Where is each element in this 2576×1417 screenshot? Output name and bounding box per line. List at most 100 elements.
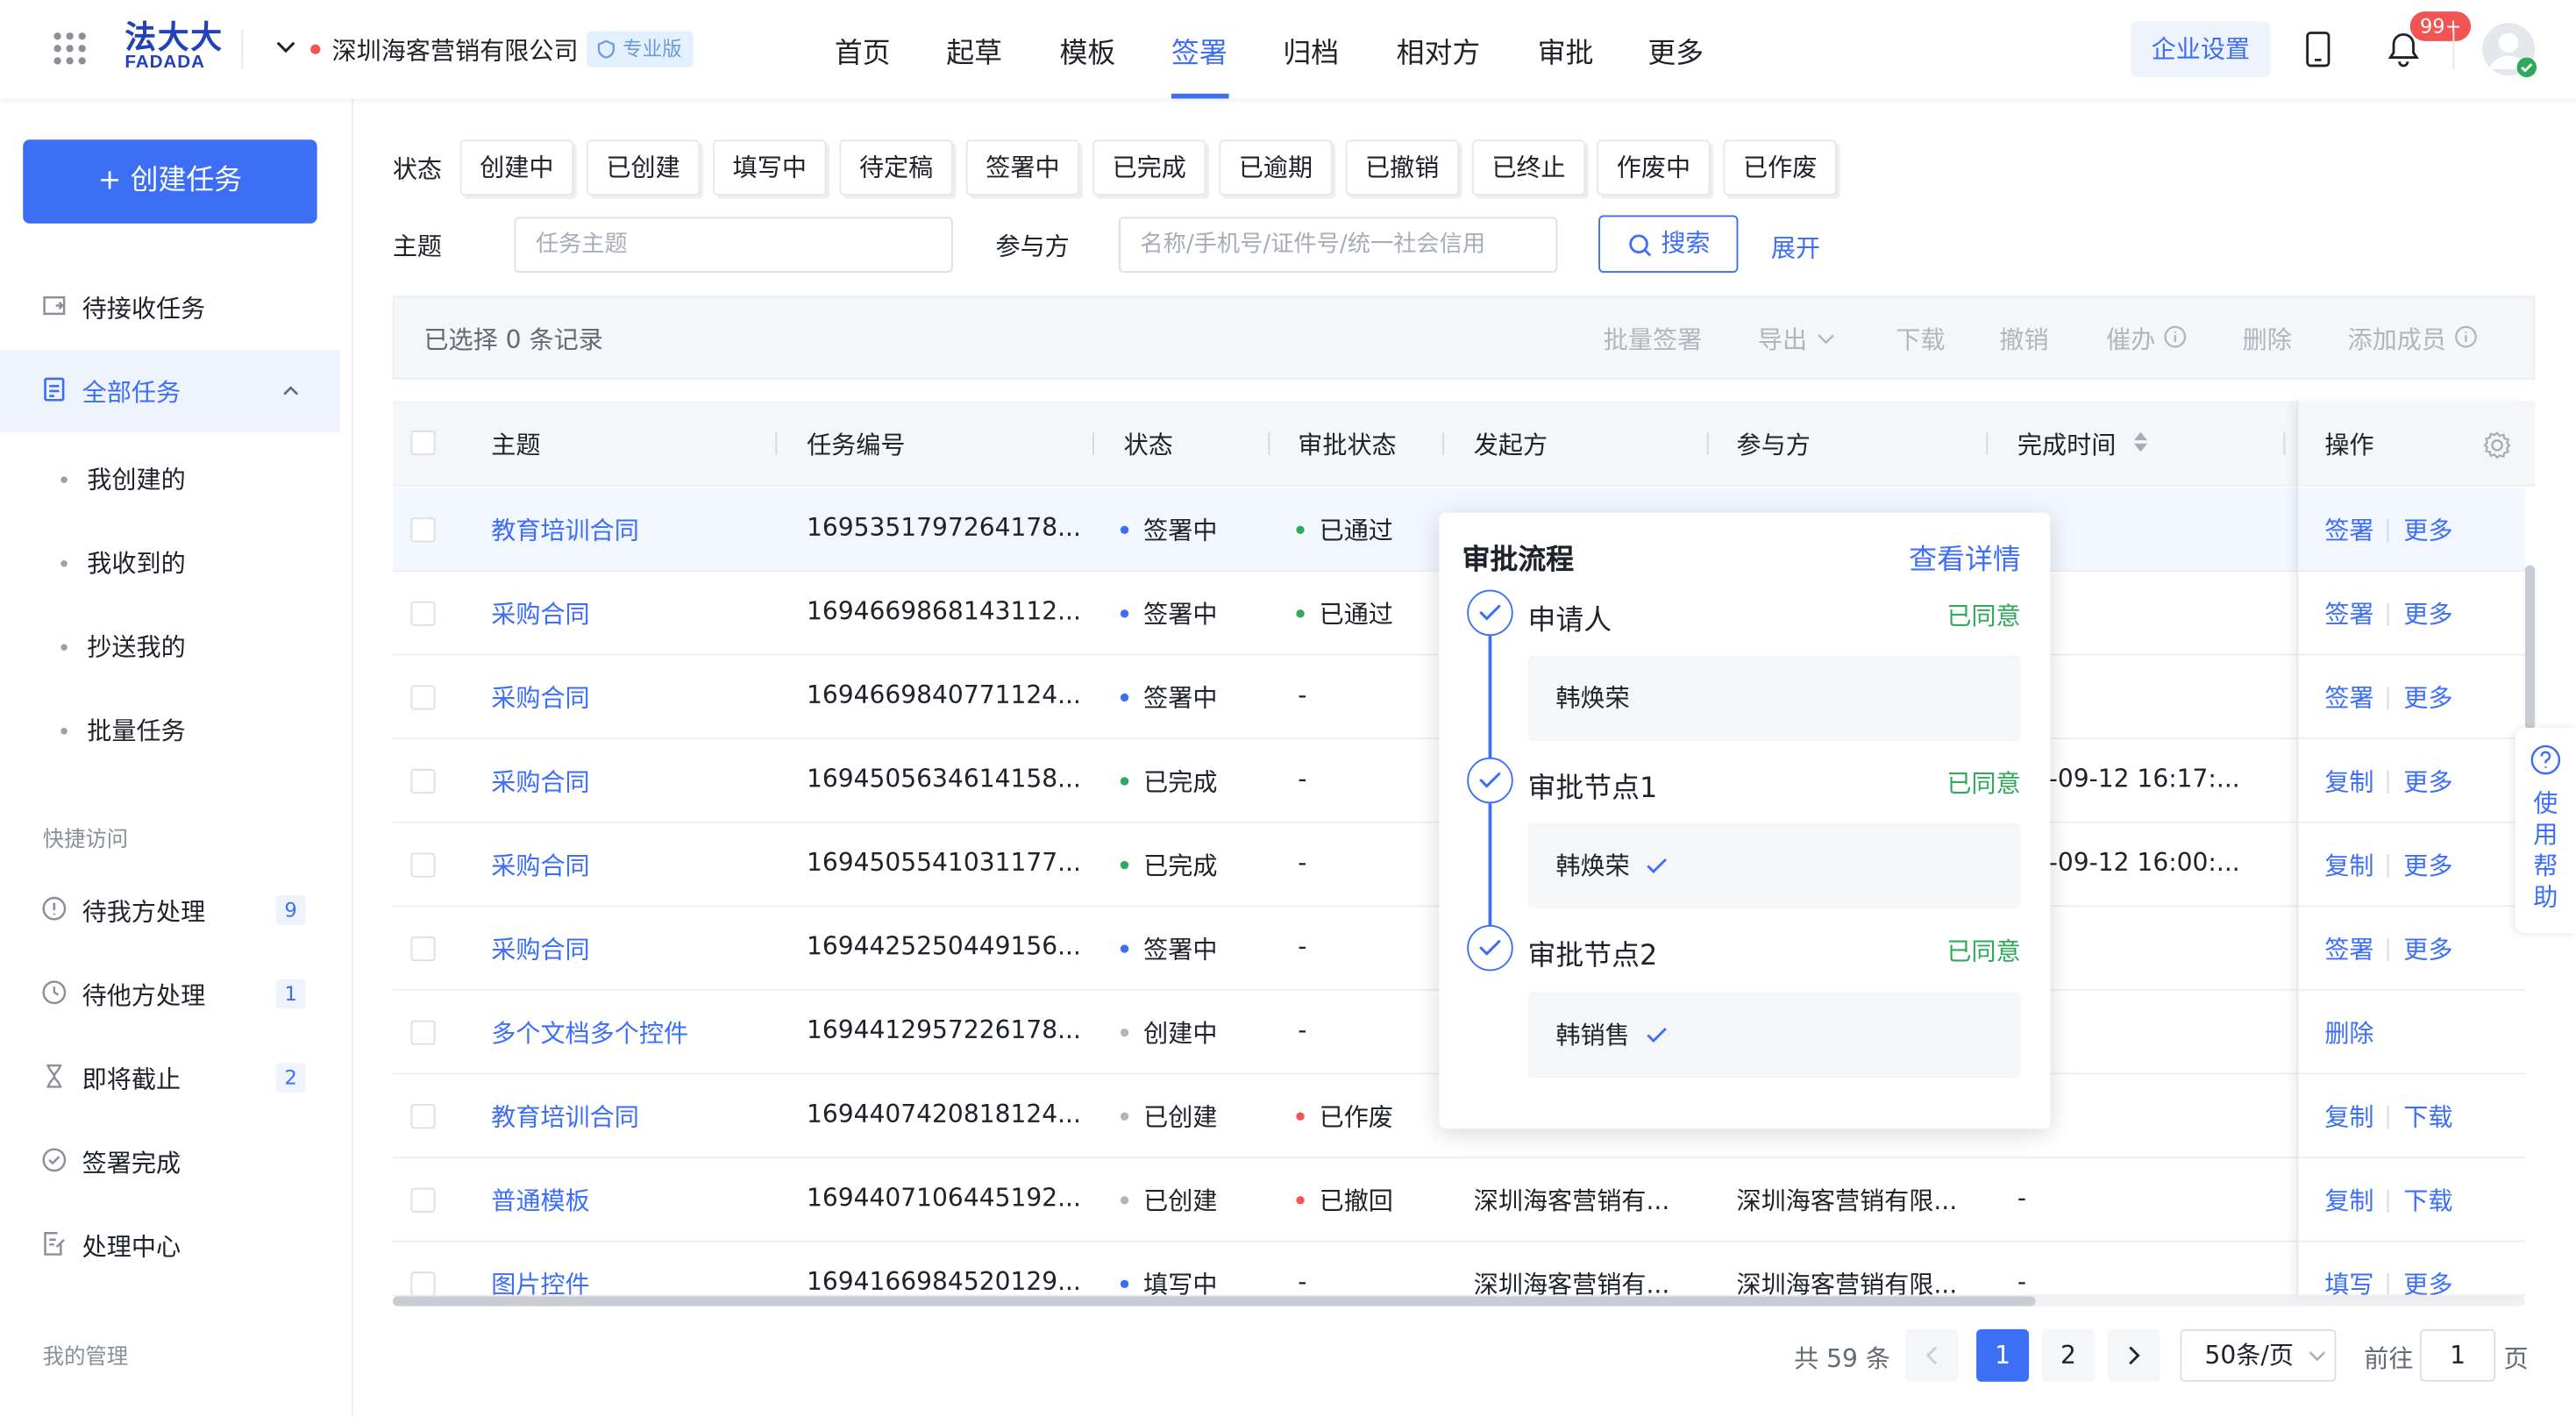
- status-chip-terminated[interactable]: 已终止: [1471, 139, 1586, 196]
- approval-cell[interactable]: 已作废: [1296, 1100, 1393, 1134]
- batch-sign-button[interactable]: 批量签署: [1604, 322, 1702, 356]
- vertical-scrollbar[interactable]: [2524, 565, 2536, 730]
- party-input[interactable]: 名称/手机号/证件号/统一社会信用: [1119, 217, 1558, 274]
- task-subject-link[interactable]: 采购合同: [491, 848, 589, 882]
- prev-page-button[interactable]: [1905, 1328, 1959, 1382]
- nav-sign[interactable]: 签署: [1171, 30, 1228, 70]
- enterprise-settings-button[interactable]: 企业设置: [2131, 21, 2271, 78]
- download-button[interactable]: 下载: [1896, 322, 1945, 356]
- gear-icon[interactable]: [2482, 431, 2512, 460]
- task-subject-link[interactable]: 多个文档多个控件: [491, 1015, 688, 1050]
- row-action-secondary[interactable]: 更多: [2403, 1267, 2452, 1294]
- remind-button[interactable]: 催办: [2106, 322, 2155, 356]
- row-action-primary[interactable]: 签署: [2324, 596, 2373, 630]
- horizontal-scrollbar[interactable]: [392, 1296, 2525, 1307]
- logo[interactable]: 法大大: [125, 23, 223, 54]
- approval-cell[interactable]: 已通过: [1296, 513, 1393, 547]
- chevron-down-icon[interactable]: [276, 41, 295, 54]
- next-page-button[interactable]: [2107, 1328, 2160, 1382]
- sidebar-item-pending[interactable]: 待接收任务: [0, 267, 340, 349]
- row-action-primary[interactable]: 填写: [2324, 1267, 2373, 1294]
- nav-archive[interactable]: 归档: [1283, 30, 1339, 70]
- row-action-primary[interactable]: 删除: [2324, 1015, 2373, 1050]
- status-chip-revoked[interactable]: 已撤销: [1345, 139, 1459, 196]
- select-all-checkbox[interactable]: [410, 430, 436, 456]
- sidebar-item-deadline[interactable]: 即将截止 2: [0, 1036, 340, 1119]
- status-chip-creating[interactable]: 创建中: [459, 139, 573, 196]
- row-action-secondary[interactable]: 更多: [2403, 513, 2452, 547]
- row-checkbox[interactable]: [410, 936, 436, 962]
- row-checkbox[interactable]: [410, 1104, 436, 1129]
- expand-filters-link[interactable]: 展开: [1771, 230, 1820, 264]
- goto-page-input[interactable]: 1: [2419, 1328, 2496, 1382]
- nav-home[interactable]: 首页: [835, 30, 891, 70]
- row-checkbox[interactable]: [410, 601, 436, 626]
- avatar[interactable]: [2480, 21, 2537, 78]
- row-checkbox[interactable]: [410, 1187, 436, 1213]
- row-action-primary[interactable]: 复制: [2324, 1183, 2373, 1217]
- sidebar-item-process-center[interactable]: 处理中心: [0, 1204, 340, 1286]
- row-action-primary[interactable]: 复制: [2324, 764, 2373, 798]
- status-chip-pending-final[interactable]: 待定稿: [839, 139, 953, 196]
- task-subject-link[interactable]: 采购合同: [491, 764, 589, 798]
- row-checkbox[interactable]: [410, 768, 436, 794]
- page-size-select[interactable]: 50条/页: [2180, 1328, 2337, 1382]
- status-chip-filling[interactable]: 填写中: [713, 139, 827, 196]
- approval-cell[interactable]: 已撤回: [1296, 1183, 1393, 1217]
- scrollbar-thumb[interactable]: [392, 1296, 2036, 1307]
- sidebar-item-others-pending[interactable]: 待他方处理 1: [0, 953, 340, 1036]
- row-checkbox[interactable]: [410, 517, 436, 543]
- row-action-secondary[interactable]: 更多: [2403, 931, 2452, 965]
- task-subject-link[interactable]: 图片控件: [491, 1267, 589, 1294]
- mobile-icon[interactable]: [2305, 32, 2331, 68]
- task-subject-link[interactable]: 采购合同: [491, 596, 589, 630]
- status-chip-overdue[interactable]: 已逾期: [1219, 139, 1333, 196]
- row-checkbox[interactable]: [410, 1271, 436, 1295]
- row-checkbox[interactable]: [410, 1020, 436, 1045]
- row-action-primary[interactable]: 复制: [2324, 1100, 2373, 1134]
- row-action-primary[interactable]: 签署: [2324, 513, 2373, 547]
- revoke-button[interactable]: 撤销: [1999, 322, 2048, 356]
- page-1-button[interactable]: 1: [1976, 1328, 2030, 1382]
- nav-more[interactable]: 更多: [1647, 30, 1704, 70]
- task-subject-link[interactable]: 采购合同: [491, 931, 589, 965]
- row-action-secondary[interactable]: 下载: [2403, 1100, 2452, 1134]
- row-action-primary[interactable]: 签署: [2324, 931, 2373, 965]
- nav-counterparty[interactable]: 相对方: [1397, 30, 1481, 70]
- status-chip-signing[interactable]: 签署中: [965, 139, 1080, 196]
- row-action-secondary[interactable]: 更多: [2403, 848, 2452, 882]
- status-chip-completed[interactable]: 已完成: [1092, 139, 1206, 196]
- sidebar-item-signed[interactable]: 签署完成: [0, 1121, 340, 1203]
- status-chip-voided[interactable]: 已作废: [1723, 139, 1837, 196]
- task-subject-link[interactable]: 普通模板: [491, 1183, 589, 1217]
- row-action-secondary[interactable]: 更多: [2403, 764, 2452, 798]
- row-action-secondary[interactable]: 更多: [2403, 596, 2452, 630]
- row-checkbox[interactable]: [410, 852, 436, 878]
- help-tab[interactable]: 使用帮助: [2515, 728, 2576, 934]
- subject-input[interactable]: 任务主题: [514, 217, 953, 274]
- delete-button[interactable]: 删除: [2243, 322, 2292, 356]
- row-action-secondary[interactable]: 下载: [2403, 1183, 2452, 1217]
- table-row[interactable]: 普通模板 1694407106445192... 已创建 已撤回 深圳海客营销有... 深…: [392, 1157, 2525, 1243]
- company-switcher[interactable]: 深圳海客营销有限公司: [331, 32, 578, 67]
- task-subject-link[interactable]: 教育培训合同: [491, 513, 639, 547]
- sort-icon[interactable]: [2132, 431, 2149, 453]
- task-subject-link[interactable]: 采购合同: [491, 680, 589, 715]
- approval-cell[interactable]: 已通过: [1296, 596, 1393, 630]
- status-chip-created[interactable]: 已创建: [586, 139, 701, 196]
- sidebar-item-my-pending[interactable]: 待我方处理 9: [0, 869, 340, 951]
- page-2-button[interactable]: 2: [2042, 1328, 2095, 1382]
- row-action-secondary[interactable]: 更多: [2403, 680, 2452, 715]
- view-details-link[interactable]: 查看详情: [1909, 536, 2020, 576]
- row-action-primary[interactable]: 复制: [2324, 848, 2373, 882]
- export-button[interactable]: 导出: [1758, 322, 1807, 356]
- create-task-button[interactable]: + 创建任务: [23, 139, 317, 224]
- sidebar-item-all-tasks[interactable]: 全部任务: [0, 350, 340, 432]
- add-member-button[interactable]: 添加成员: [2348, 322, 2446, 356]
- nav-approval[interactable]: 审批: [1538, 30, 1594, 70]
- table-row[interactable]: 图片控件 1694166984520129... 填写中 - 深圳海客营销有... 深圳海…: [392, 1242, 2525, 1297]
- row-action-primary[interactable]: 签署: [2324, 680, 2373, 715]
- row-checkbox[interactable]: [410, 685, 436, 710]
- nav-draft[interactable]: 起草: [946, 30, 1002, 70]
- task-subject-link[interactable]: 教育培训合同: [491, 1100, 639, 1134]
